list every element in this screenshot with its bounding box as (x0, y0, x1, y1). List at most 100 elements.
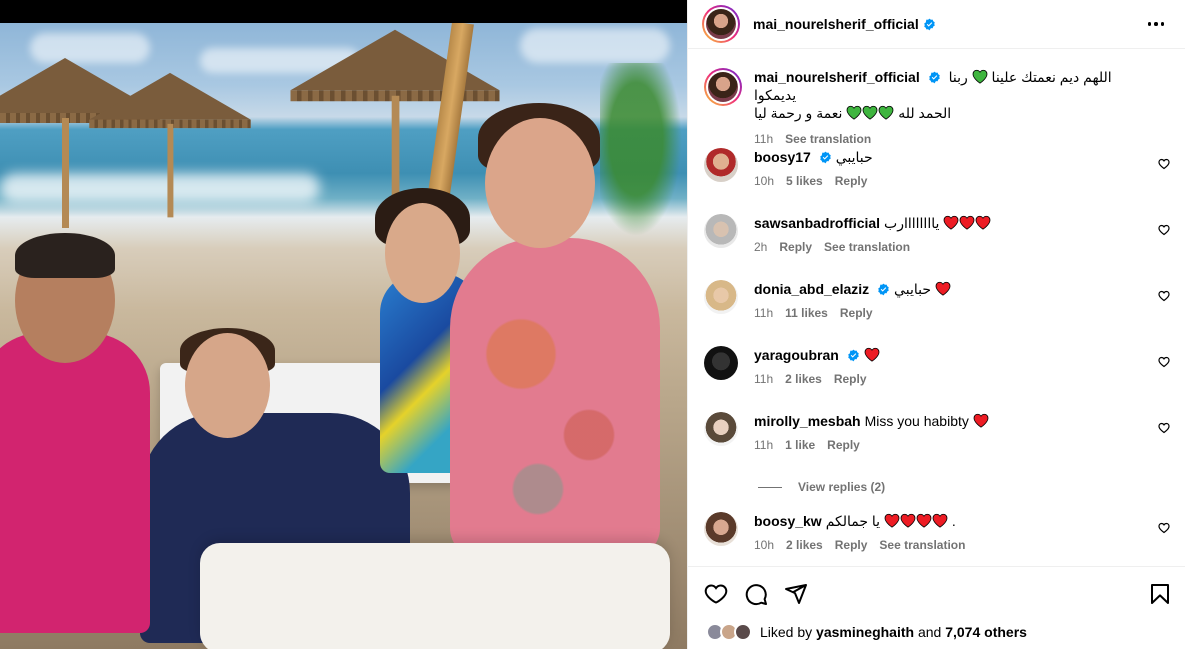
comment-icon[interactable] (744, 582, 768, 606)
comment-username[interactable]: yaragoubran (754, 347, 839, 363)
author-avatar[interactable] (704, 68, 742, 106)
reply-button[interactable]: Reply (834, 370, 867, 388)
red-heart-icon (900, 513, 916, 528)
liked-by-label: Liked by (760, 624, 813, 640)
person-hair (15, 233, 115, 278)
comment-time: 10h (754, 174, 775, 188)
bookmark-icon[interactable] (1148, 582, 1172, 606)
comment-time: 11h (754, 372, 774, 386)
reply-button[interactable]: Reply (835, 172, 868, 190)
person-face (485, 118, 595, 248)
comment-username[interactable]: sawsanbadrofficial (754, 215, 880, 231)
verified-icon (878, 283, 889, 296)
liker-avatars[interactable] (706, 623, 752, 641)
red-heart-icon (932, 513, 948, 528)
like-comment-heart-icon[interactable] (1158, 290, 1170, 302)
green-hearts-icons (846, 105, 894, 121)
verified-icon (928, 71, 940, 84)
comment-likes[interactable]: 2 likes (786, 536, 823, 554)
red-heart-icon (943, 215, 959, 230)
cloud (520, 28, 670, 63)
more-options-button[interactable] (1144, 14, 1168, 34)
red-heart-icon (884, 513, 900, 528)
avatar (734, 623, 752, 641)
post-header: mai_nourelsherif_official (688, 0, 1185, 49)
reply-button[interactable]: Reply (827, 436, 860, 454)
comment-username[interactable]: boosy_kw (754, 513, 822, 529)
comment-text: Miss you habibty (865, 413, 989, 429)
avatar[interactable] (704, 280, 738, 314)
reply-button[interactable]: Reply (835, 536, 868, 554)
red-heart-icon (916, 513, 932, 528)
red-heart-icon (959, 215, 975, 230)
comment-text: ياااااااارب (884, 215, 991, 231)
like-comment-heart-icon[interactable] (1158, 422, 1170, 434)
dress-pattern (470, 273, 640, 543)
comment-likes[interactable]: 11 likes (785, 304, 828, 322)
like-comment-heart-icon[interactable] (1158, 158, 1170, 170)
reply-button[interactable]: Reply (779, 238, 812, 256)
post-actions: Liked by yasmineghaith and 7,074 others (688, 566, 1185, 649)
liked-by-user[interactable]: yasmineghaith (816, 624, 914, 640)
red-heart-icon (935, 281, 951, 296)
like-comment-heart-icon[interactable] (1158, 356, 1170, 368)
caption-line-2: الحمد لله نعمة و رحمة ليا (754, 105, 952, 121)
red-heart-icon (973, 413, 989, 428)
post-photo[interactable] (0, 23, 687, 649)
comment-text (864, 347, 880, 363)
verified-icon (848, 349, 859, 362)
avatar[interactable] (704, 148, 738, 182)
cushion (200, 543, 670, 649)
avatar[interactable] (704, 512, 738, 546)
likes-summary: Liked by yasmineghaith and 7,074 others (706, 623, 1027, 641)
see-translation-link[interactable]: See translation (824, 238, 910, 256)
author-avatar[interactable] (702, 5, 740, 43)
like-comment-heart-icon[interactable] (1158, 224, 1170, 236)
palm-plant (600, 63, 687, 253)
caption-time: 11h (754, 132, 774, 146)
view-replies-button[interactable]: View replies (2) (758, 480, 885, 494)
comment-username[interactable]: donia_abd_elaziz (754, 281, 869, 297)
comment-likes[interactable]: 5 likes (786, 172, 823, 190)
heart-icon[interactable] (704, 582, 728, 606)
red-heart-icon (864, 347, 880, 362)
comment-time: 11h (754, 306, 774, 320)
comment-time: 11h (754, 438, 774, 452)
sea-surf (0, 173, 320, 203)
reply-button[interactable]: Reply (840, 304, 873, 322)
comment-username[interactable]: mirolly_mesbah (754, 413, 861, 429)
comment-time: 10h (754, 538, 775, 552)
see-translation-link[interactable]: See translation (879, 536, 965, 554)
author-username[interactable]: mai_nourelsherif_official (753, 16, 919, 32)
person-face (185, 333, 270, 438)
share-icon[interactable] (784, 582, 808, 606)
avatar[interactable] (704, 412, 738, 446)
red-heart-icon (975, 215, 991, 230)
comment-username[interactable]: boosy17 (754, 149, 811, 165)
comment-text: يا جمالكم . (825, 513, 956, 529)
liked-by-others[interactable]: 7,074 others (945, 624, 1027, 640)
post-photo-panel (0, 0, 687, 649)
comment-time: 2h (754, 240, 768, 254)
view-replies-label: View replies (2) (798, 480, 886, 494)
green-heart-icon (972, 69, 988, 84)
post-side-panel: mai_nourelsherif_official mai_nourelsher… (687, 0, 1185, 649)
liked-by-and: and (917, 624, 942, 640)
see-translation-link[interactable]: See translation (785, 130, 871, 148)
green-heart-icon (878, 105, 894, 120)
avatar[interactable] (704, 214, 738, 248)
verified-icon (923, 18, 935, 30)
replies-divider (758, 486, 782, 488)
person-face (385, 203, 460, 303)
comments-list[interactable]: mai_nourelsherif_official اللهم ديم نعمت… (688, 50, 1185, 566)
caption-username[interactable]: mai_nourelsherif_official (754, 69, 920, 85)
like-comment-heart-icon[interactable] (1158, 522, 1170, 534)
comment-text: حبايبي (894, 281, 951, 297)
comment-likes[interactable]: 2 likes (785, 370, 822, 388)
person-body (0, 333, 150, 633)
avatar[interactable] (704, 346, 738, 380)
comment-likes[interactable]: 1 like (785, 436, 815, 454)
green-heart-icon (972, 69, 988, 85)
green-heart-icon (862, 105, 878, 120)
green-heart-icon (846, 105, 862, 120)
